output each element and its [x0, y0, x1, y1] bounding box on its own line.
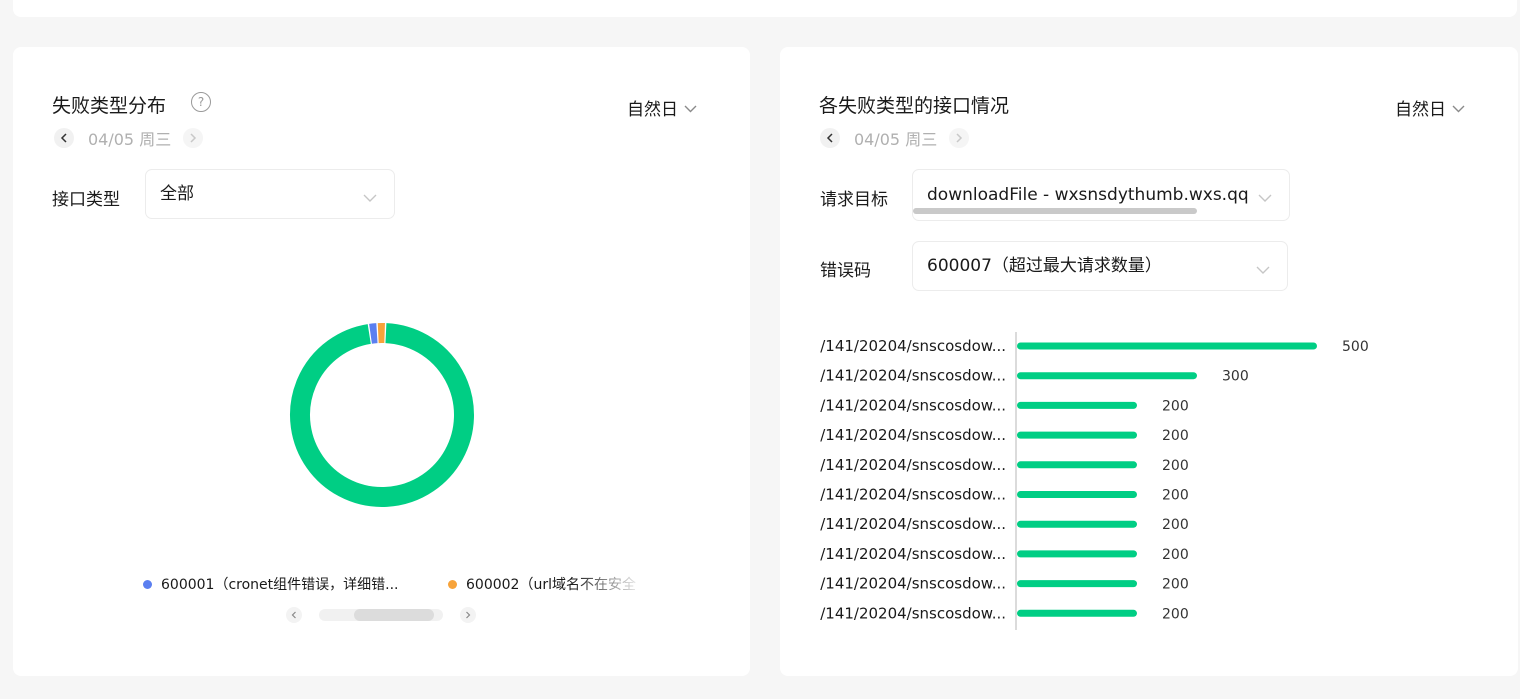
legend-scroll-thumb[interactable] — [354, 609, 434, 621]
legend-item-600001[interactable]: 600001（cronet组件错误，详细错... — [143, 574, 398, 594]
bar-category-label: /141/20204/snscosdow... — [820, 426, 1006, 444]
bar[interactable] — [1017, 609, 1137, 617]
chevron-left-icon — [291, 611, 296, 619]
legend-prev-button[interactable] — [286, 607, 302, 623]
legend-next-button[interactable] — [460, 607, 476, 623]
bar-value-label: 200 — [1162, 458, 1189, 474]
bar-category-label: /141/20204/snscosdow... — [820, 515, 1006, 533]
bar[interactable] — [1017, 580, 1137, 588]
bar[interactable] — [1017, 342, 1317, 350]
chevron-right-icon — [466, 611, 471, 619]
legend-pager — [286, 607, 476, 623]
interface-bar-chart: /141/20204/snscosdow... 500/141/20204/sns… — [820, 332, 1369, 630]
bar[interactable] — [1017, 372, 1197, 380]
bar[interactable] — [1017, 550, 1137, 558]
bar-category-label: /141/20204/snscosdow... — [820, 456, 1006, 474]
bar[interactable] — [1017, 520, 1137, 528]
bar-category-label: /141/20204/snscosdow... — [820, 604, 1006, 622]
bar-category-label: /141/20204/snscosdow... — [820, 396, 1006, 414]
bar-value-label: 200 — [1162, 517, 1189, 533]
legend-label: 600002（url域名不在安全 — [466, 577, 636, 593]
bar-category-label: /141/20204/snscosdow... — [820, 337, 1006, 355]
donut-slice-2[interactable] — [290, 323, 474, 507]
bar-value-label: 200 — [1162, 547, 1189, 563]
legend-item-600002[interactable]: 600002（url域名不在安全 — [448, 574, 644, 594]
failure-type-distribution-card: 失败类型分布 ? 自然日 04/05 周三 接口类型 全部 600001（cro… — [13, 47, 750, 676]
bar-value-label: 200 — [1162, 606, 1189, 622]
legend-scroll-track[interactable] — [319, 609, 443, 621]
legend-dot — [448, 579, 457, 589]
failure-interface-card: 各失败类型的接口情况 自然日 04/05 周三 请求目标 downloadFil… — [780, 47, 1518, 676]
bar-category-label: /141/20204/snscosdow... — [820, 545, 1006, 563]
bar-category-label: /141/20204/snscosdow... — [820, 575, 1006, 593]
bar[interactable] — [1017, 491, 1137, 498]
bar[interactable] — [1017, 401, 1137, 409]
bar-category-label: /141/20204/snscosdow... — [820, 486, 1006, 504]
top-card-strip — [13, 0, 1517, 17]
legend-dot — [143, 579, 152, 589]
bar-value-label: 500 — [1342, 339, 1369, 355]
bar[interactable] — [1017, 461, 1137, 469]
bar-value-label: 300 — [1222, 369, 1249, 385]
bar-value-label: 200 — [1162, 428, 1189, 444]
bar-value-label: 200 — [1162, 488, 1189, 504]
bar-category-label: /141/20204/snscosdow... — [820, 367, 1006, 385]
bar-value-label: 200 — [1162, 398, 1189, 414]
legend-label: 600001（cronet组件错误，详细错... — [161, 577, 399, 593]
bar[interactable] — [1017, 431, 1137, 439]
donut-slice-0[interactable] — [369, 323, 378, 344]
bar-value-label: 200 — [1162, 577, 1189, 593]
